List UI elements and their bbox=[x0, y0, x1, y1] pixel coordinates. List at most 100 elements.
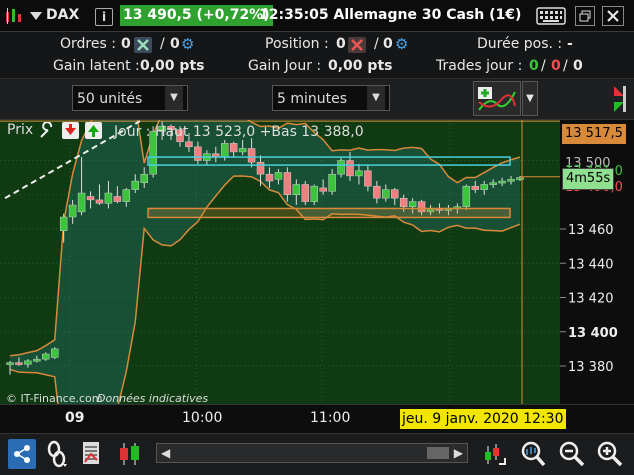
candle-body bbox=[6, 362, 14, 365]
candlestick-type-icon[interactable] bbox=[117, 439, 143, 469]
keyboard-icon[interactable] bbox=[536, 7, 566, 25]
indicators-menu-icon[interactable]: ▼ bbox=[522, 81, 538, 116]
candle-body bbox=[247, 148, 256, 163]
position-value: 0 bbox=[336, 36, 346, 52]
time-label-1100: 11:00 bbox=[310, 410, 351, 426]
time-and-instrument: 12:35:05 Allemagne 30 Cash (1€) bbox=[259, 7, 522, 23]
symbol-name[interactable]: DAX bbox=[46, 0, 79, 31]
candle-body bbox=[42, 353, 50, 360]
title-bar: DAX i 13 490,5 (+0,72%) 12:35:05 Allemag… bbox=[0, 0, 634, 32]
quantity-value: 50 unités bbox=[77, 91, 143, 107]
price-chart[interactable]: 13 460 13 440 13 420 13 400 13 380 Prix Jour… bbox=[0, 120, 634, 405]
restore-window-icon[interactable] bbox=[575, 6, 595, 26]
price-label: Prix bbox=[7, 122, 34, 138]
position-separator: / bbox=[374, 36, 379, 52]
chevron-down-icon: ▼ bbox=[165, 86, 183, 110]
candle-body bbox=[507, 179, 515, 182]
time-label-1000: 10:00 bbox=[182, 410, 223, 426]
candle-body bbox=[399, 197, 408, 207]
support-zone bbox=[147, 207, 511, 219]
zoom-fit-icon[interactable] bbox=[518, 438, 548, 470]
scroll-right-icon[interactable]: ▶ bbox=[454, 446, 463, 460]
chevron-down-icon: ▼ bbox=[367, 86, 385, 110]
buy-order-icon[interactable] bbox=[85, 122, 102, 139]
candle-body bbox=[382, 189, 390, 199]
close-window-icon[interactable] bbox=[602, 6, 624, 26]
candle-body bbox=[50, 348, 59, 358]
latent-gain-label: Gain latent : bbox=[53, 58, 140, 74]
trades-neutral: 0 bbox=[573, 58, 583, 74]
orders-separator: / bbox=[160, 36, 165, 52]
time-label-09: 09 bbox=[65, 410, 85, 426]
auto-scroll-icon[interactable] bbox=[482, 439, 508, 469]
wrench-icon[interactable] bbox=[38, 121, 56, 140]
scrollbar-thumb[interactable] bbox=[427, 447, 449, 459]
app-logo-icon[interactable] bbox=[4, 6, 24, 25]
candle-body bbox=[462, 185, 471, 207]
candle-body bbox=[408, 201, 417, 207]
orders-cancel-icon[interactable] bbox=[134, 37, 152, 53]
day-high-low-legend: Jour : Haut 13 523,0 +Bas 13 388,0 bbox=[114, 124, 364, 140]
candle-body bbox=[86, 196, 95, 201]
bottom-toolbar: ◀ ▶ bbox=[0, 433, 634, 475]
sell-order-icon[interactable] bbox=[62, 122, 79, 139]
candle-body bbox=[480, 184, 488, 190]
orders-settings-icon[interactable]: ⚙ bbox=[181, 35, 194, 53]
orders-label: Ordres : bbox=[60, 36, 116, 52]
candle-body bbox=[229, 143, 238, 153]
position-close-icon[interactable] bbox=[348, 37, 366, 53]
y-tick-label: 13 400 bbox=[568, 326, 618, 341]
candle-body bbox=[185, 141, 193, 148]
link-chart-icon[interactable] bbox=[44, 439, 70, 469]
orders-value: 0 bbox=[121, 36, 131, 52]
symbol-dropdown-icon[interactable] bbox=[30, 11, 42, 21]
timeframe-value: 5 minutes bbox=[277, 91, 348, 107]
duration-label: Durée pos. : bbox=[477, 36, 563, 52]
latent-gain-value: 0,00 pts bbox=[140, 58, 205, 74]
candle-body bbox=[355, 170, 363, 177]
zoom-in-icon[interactable] bbox=[596, 439, 624, 469]
position-settings-icon[interactable]: ⚙ bbox=[395, 35, 408, 53]
timeframe-select[interactable]: 5 minutes ▼ bbox=[272, 85, 390, 111]
trades-separator-2: / bbox=[563, 58, 568, 74]
day-gain-label: Gain Jour : bbox=[248, 58, 322, 74]
price-change-badge: 13 490,5 (+0,72%) bbox=[120, 5, 273, 26]
candle-body bbox=[59, 216, 68, 231]
candle-timer-tag: 4m55s bbox=[562, 168, 615, 190]
y-tick-label: 13 460 bbox=[568, 223, 614, 238]
cursor-date-label: jeu. 9 janv. 2020 12:30 bbox=[400, 409, 566, 429]
candle-body bbox=[328, 173, 336, 192]
candle-body bbox=[113, 196, 122, 202]
scroll-left-icon[interactable]: ◀ bbox=[161, 446, 170, 460]
candle-body bbox=[283, 172, 292, 195]
candle-body bbox=[364, 170, 372, 187]
y-tick-label: 13 380 bbox=[568, 360, 614, 375]
candle-body bbox=[194, 146, 202, 161]
chart-list-icon[interactable] bbox=[80, 439, 104, 469]
info-icon[interactable]: i bbox=[95, 8, 113, 26]
candle-body bbox=[292, 184, 301, 195]
position-label: Position : bbox=[265, 36, 329, 52]
quantity-select[interactable]: 50 unités ▼ bbox=[72, 85, 188, 111]
candle-body bbox=[274, 172, 283, 180]
zoom-out-icon[interactable] bbox=[558, 439, 586, 469]
candle-body bbox=[122, 189, 131, 202]
y-tick-label: 13 420 bbox=[568, 292, 614, 307]
candle-body bbox=[140, 173, 148, 184]
horizontal-scrollbar[interactable]: ◀ ▶ bbox=[156, 443, 468, 463]
trades-lost: 0 bbox=[551, 58, 561, 74]
candle-body bbox=[77, 192, 86, 213]
candle-body bbox=[337, 160, 345, 175]
trades-label: Trades jour : bbox=[436, 58, 523, 74]
time-axis: 09 10:00 11:00 jeu. 9 janv. 2020 12:30 bbox=[0, 404, 634, 434]
candle-body bbox=[68, 204, 77, 218]
position-info-panel: Ordres : 0 / 0 ⚙ Position : 0 / 0 ⚙ Duré… bbox=[0, 32, 634, 79]
share-icon[interactable] bbox=[8, 439, 36, 469]
candle-body bbox=[319, 187, 327, 192]
candle-body bbox=[301, 184, 310, 202]
buy-sell-panel-icon[interactable] bbox=[608, 82, 630, 116]
indicators-icon[interactable] bbox=[473, 81, 521, 116]
candle-body bbox=[489, 182, 497, 186]
candle-body bbox=[256, 161, 265, 175]
orders-value-2: 0 bbox=[170, 36, 180, 52]
